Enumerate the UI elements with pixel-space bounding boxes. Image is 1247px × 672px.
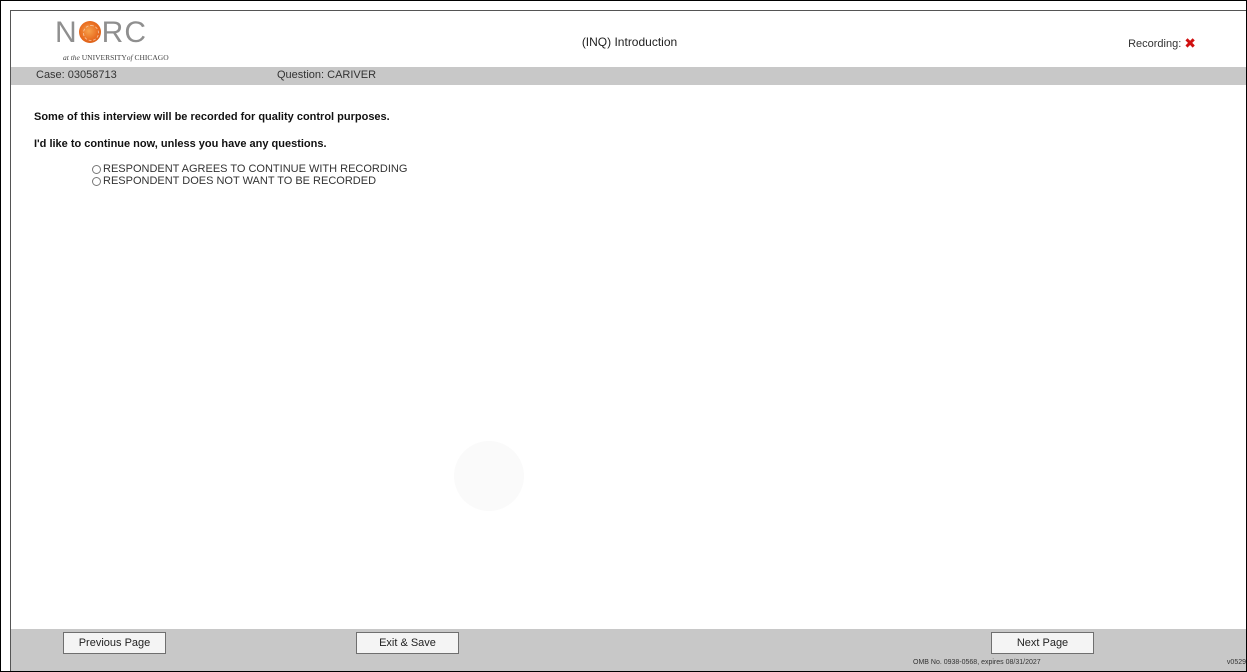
previous-page-button[interactable]: Previous Page: [63, 632, 166, 654]
option-label: RESPONDENT AGREES TO CONTINUE WITH RECOR…: [103, 163, 408, 175]
next-page-button[interactable]: Next Page: [991, 632, 1094, 654]
x-icon: ✖: [1184, 35, 1196, 51]
recording-status: Recording: ✖: [1128, 35, 1196, 52]
answer-options: RESPONDENT AGREES TO CONTINUE WITH RECOR…: [92, 163, 407, 187]
footer-bar: Previous Page Exit & Save Next Page OMB …: [11, 629, 1246, 671]
radio-button[interactable]: [92, 176, 101, 186]
app-frame: N RC at the UNIVERSITYof CHICAGO (INQ) In…: [0, 0, 1247, 672]
omb-notice: OMB No. 0938-0568, expires 08/31/2027: [913, 659, 1041, 666]
version-label: v0529: [1226, 659, 1246, 666]
recording-label: Recording:: [1128, 38, 1182, 50]
page-title: (INQ) Introduction: [581, 35, 678, 49]
case-info-bar: Case: 03058713 Question: CARIVER: [11, 67, 1246, 85]
option-agrees-to-recording[interactable]: RESPONDENT AGREES TO CONTINUE WITH RECOR…: [92, 163, 407, 175]
header: N RC at the UNIVERSITYof CHICAGO (INQ) In…: [11, 11, 1246, 66]
option-does-not-want-recording[interactable]: RESPONDENT DOES NOT WANT TO BE RECORDED: [92, 175, 407, 187]
logo-subtitle: at the UNIVERSITYof CHICAGO: [63, 53, 169, 62]
case-number: Case: 03058713: [36, 69, 117, 81]
radio-button[interactable]: [92, 164, 101, 174]
question-text-recording-notice: Some of this interview will be recorded …: [34, 111, 390, 123]
question-id: Question: CARIVER: [277, 69, 377, 81]
question-text-continue: I'd like to continue now, unless you hav…: [34, 138, 327, 150]
loading-indicator: [454, 441, 524, 511]
option-label: RESPONDENT DOES NOT WANT TO BE RECORDED: [103, 175, 377, 187]
exit-save-button[interactable]: Exit & Save: [356, 632, 459, 654]
survey-window: N RC at the UNIVERSITYof CHICAGO (INQ) In…: [10, 10, 1246, 671]
